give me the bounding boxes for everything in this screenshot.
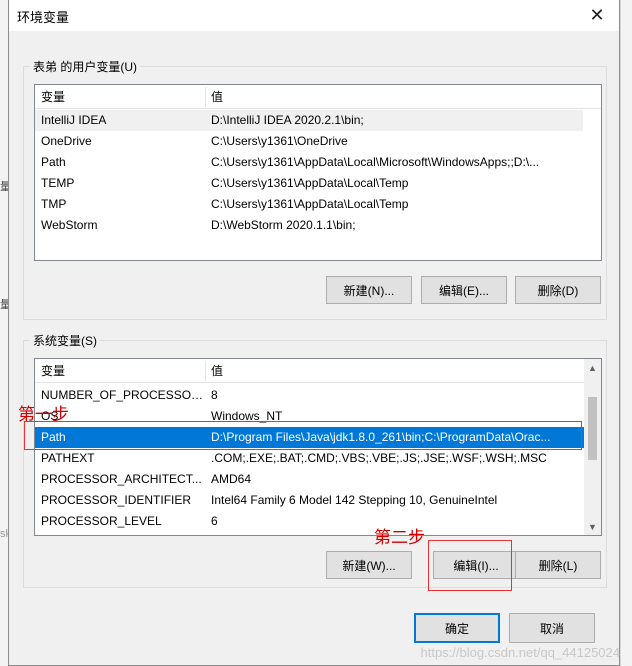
variable-value: D:\WebStorm 2020.1.1\bin;: [211, 218, 356, 232]
user-variables-list[interactable]: 变量 值 IntelliJ IDEA D:\IntelliJ IDEA 2020…: [34, 84, 602, 261]
table-row[interactable]: PATHEXT .COM;.EXE;.BAT;.CMD;.VBS;.VBE;.J…: [35, 448, 584, 469]
table-row[interactable]: Path C:\Users\y1361\AppData\Local\Micros…: [35, 152, 583, 173]
variable-name: PATHEXT: [41, 451, 95, 465]
variable-value: Intel64 Family 6 Model 142 Stepping 10, …: [211, 493, 498, 507]
list-header: 变量 值: [35, 359, 601, 383]
variable-name: IntelliJ IDEA: [41, 113, 107, 127]
variable-value: C:\Users\y1361\AppData\Local\Temp: [211, 176, 409, 190]
column-header-value[interactable]: 值: [205, 85, 595, 109]
watermark: https://blog.csdn.net/qq_44125024: [420, 645, 621, 660]
system-variables-label: 系统变量(S): [30, 332, 100, 349]
background-window-right-edge: [620, 0, 632, 666]
close-icon: ✕: [589, 5, 605, 25]
cancel-button[interactable]: 取消: [509, 613, 595, 643]
user-new-button[interactable]: 新建(N)...: [326, 276, 412, 304]
annotation-step-two: 第二步: [374, 528, 425, 548]
column-header-variable[interactable]: 变量: [35, 359, 205, 383]
variable-name: TMP: [41, 197, 67, 211]
scrollbar-thumb[interactable]: [588, 397, 597, 460]
environment-variables-dialog: 环境变量 ✕ 表弟 的用户变量(U) 变量 值 IntelliJ IDEA D:…: [8, 0, 620, 666]
variable-name: PROCESSOR_IDENTIFIER: [41, 493, 192, 507]
ok-button[interactable]: 确定: [414, 613, 500, 643]
table-row[interactable]: PROCESSOR_LEVEL 6: [35, 511, 584, 532]
column-header-value[interactable]: 值: [205, 359, 585, 383]
system-variables-group: 系统变量(S) 变量 值 NUMBER_OF_PROCESSORS 8 OS W…: [23, 332, 607, 588]
variable-name: TEMP: [41, 176, 75, 190]
system-list-scrollbar[interactable]: ▲ ▼: [584, 359, 601, 535]
variable-value: D:\IntelliJ IDEA 2020.2.1\bin;: [211, 113, 364, 127]
variable-value: C:\Users\y1361\OneDrive: [211, 134, 348, 148]
variable-value: AMD64: [211, 472, 252, 486]
system-delete-button[interactable]: 删除(L): [515, 551, 601, 579]
table-row[interactable]: PROCESSOR_ARCHITECT... AMD64: [35, 469, 584, 490]
table-row[interactable]: WebStorm D:\WebStorm 2020.1.1\bin;: [35, 215, 583, 236]
chevron-down-icon: ▼: [588, 521, 597, 532]
variable-name: OneDrive: [41, 134, 92, 148]
close-button[interactable]: ✕: [575, 0, 619, 31]
system-new-button[interactable]: 新建(W)...: [326, 551, 412, 579]
table-row[interactable]: TMP C:\Users\y1361\AppData\Local\Temp: [35, 194, 583, 215]
user-delete-button[interactable]: 删除(D): [515, 276, 601, 304]
table-row[interactable]: OneDrive C:\Users\y1361\OneDrive: [35, 131, 583, 152]
table-row[interactable]: TEMP C:\Users\y1361\AppData\Local\Temp: [35, 173, 583, 194]
window-title: 环境变量: [17, 10, 70, 25]
scroll-up-button[interactable]: ▲: [584, 359, 601, 376]
variable-value: C:\Users\y1361\AppData\Local\Temp: [211, 197, 409, 211]
user-variables-label: 表弟 的用户变量(U): [30, 58, 140, 75]
user-edit-button[interactable]: 编辑(E)...: [421, 276, 507, 304]
variable-name: PROCESSOR_LEVEL: [41, 514, 162, 528]
variable-name: PROCESSOR_ARCHITECT...: [41, 472, 202, 486]
title-bar: 环境变量 ✕: [9, 0, 619, 31]
variable-value: .COM;.EXE;.BAT;.CMD;.VBS;.VBE;.JS;.JSE;.…: [211, 451, 547, 465]
table-row[interactable]: PROCESSOR_IDENTIFIER Intel64 Family 6 Mo…: [35, 490, 584, 511]
user-variables-group: 表弟 的用户变量(U) 变量 值 IntelliJ IDEA D:\Intell…: [23, 58, 607, 320]
column-header-variable[interactable]: 变量: [35, 85, 205, 109]
table-row[interactable]: NUMBER_OF_PROCESSORS 8: [35, 385, 584, 406]
annotation-box-edit-button: [428, 540, 512, 591]
background-window-left-edge: 量 量 sk: [0, 0, 11, 666]
annotation-box-path-row: [24, 421, 582, 450]
variable-value: C:\Users\y1361\AppData\Local\Microsoft\W…: [211, 155, 540, 169]
table-row[interactable]: IntelliJ IDEA D:\IntelliJ IDEA 2020.2.1\…: [35, 110, 583, 131]
variable-value: 8: [211, 388, 218, 402]
list-header: 变量 值: [35, 85, 601, 109]
chevron-up-icon: ▲: [588, 362, 597, 373]
variable-name: WebStorm: [41, 218, 98, 232]
variable-name: Path: [41, 155, 66, 169]
scroll-down-button[interactable]: ▼: [584, 518, 601, 535]
